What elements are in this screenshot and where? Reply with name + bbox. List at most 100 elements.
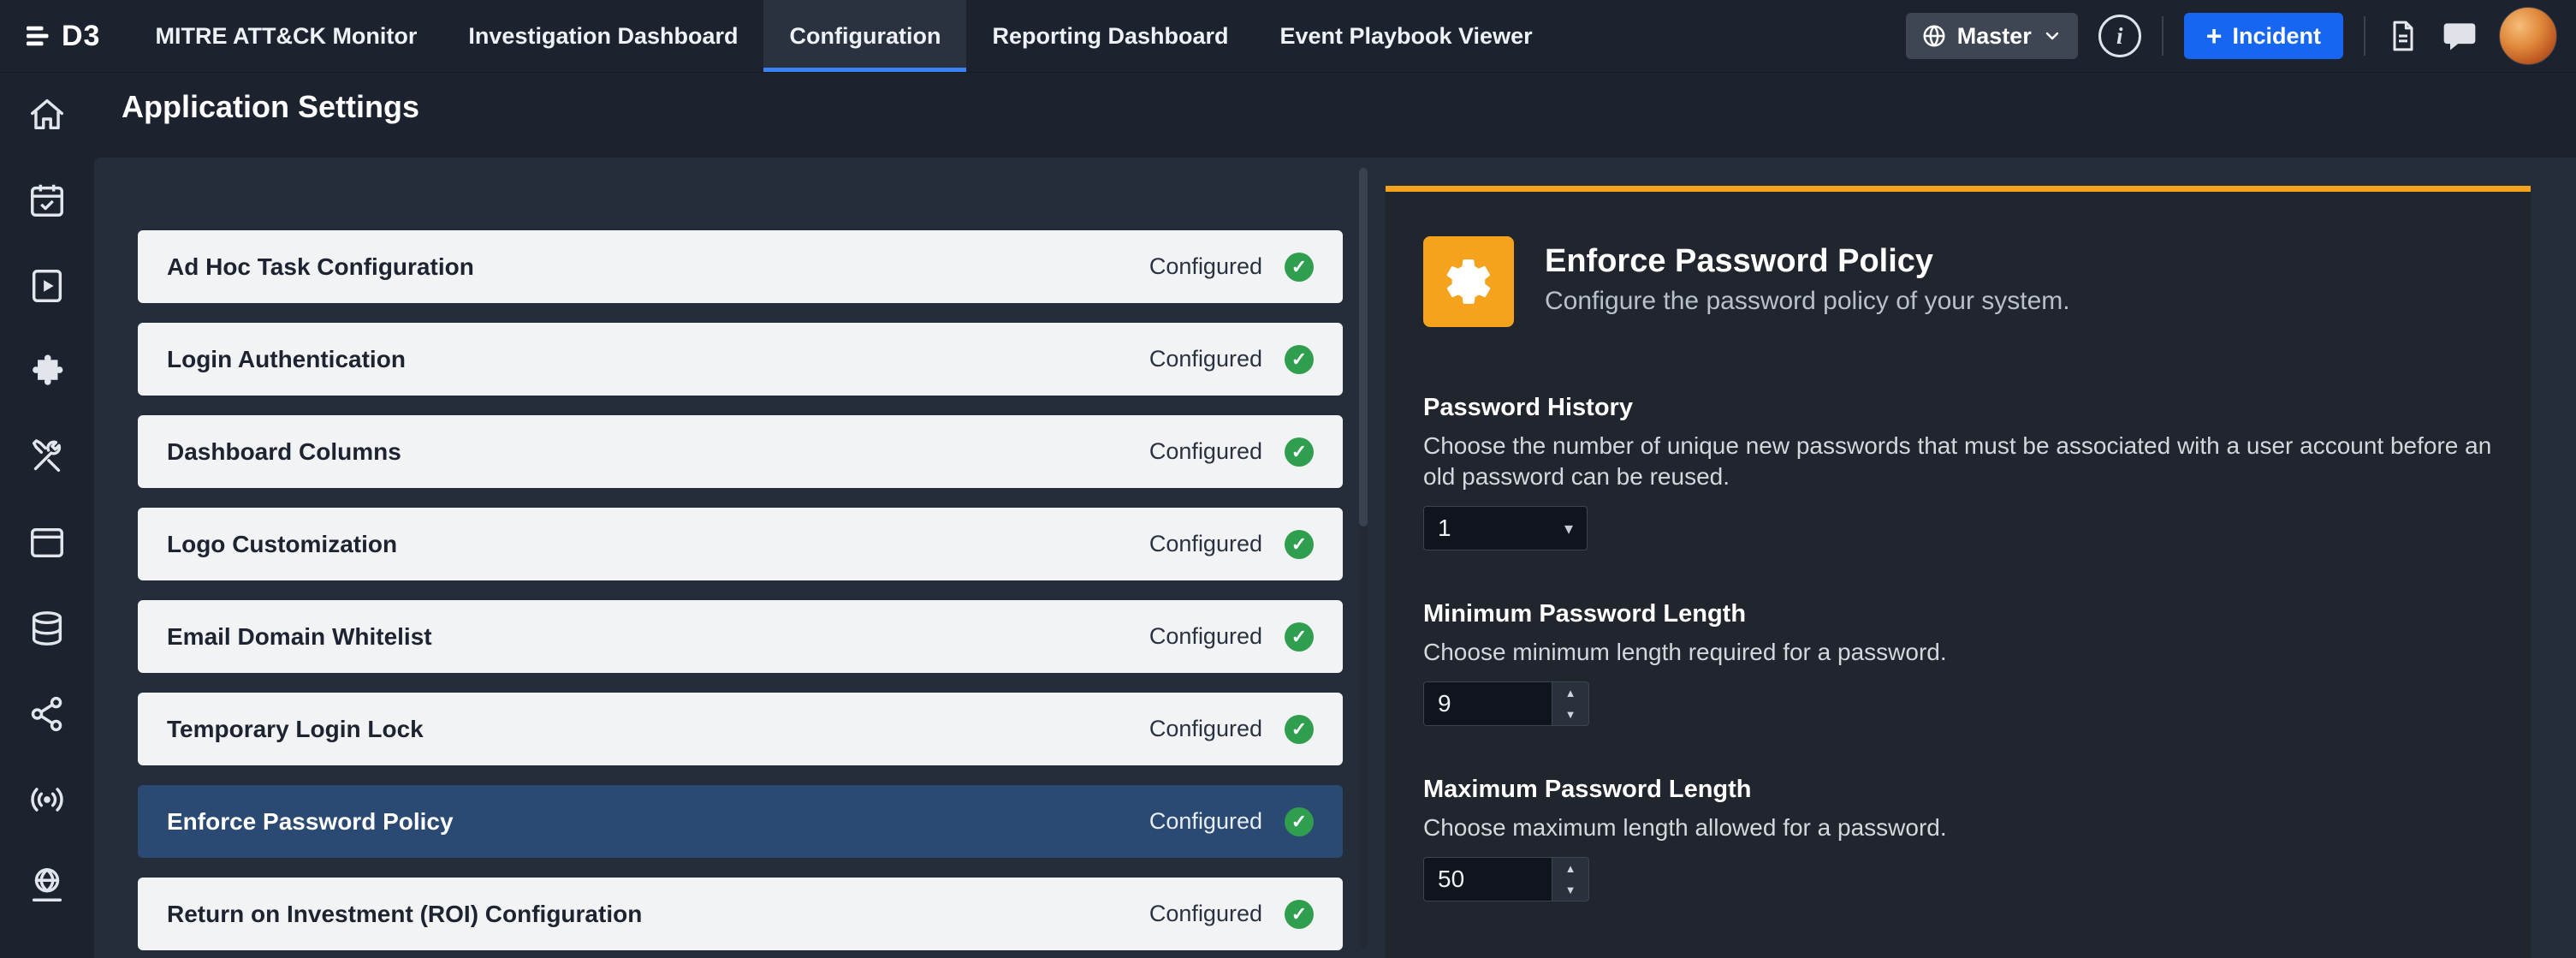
status-text: Configured xyxy=(1149,531,1262,557)
master-dropdown-button[interactable]: Master xyxy=(1906,13,2078,59)
nav-item[interactable]: MITRE ATT&CK Monitor xyxy=(129,0,442,72)
app-logo[interactable]: D3 xyxy=(0,20,129,53)
field-block: Password History Choose the number of un… xyxy=(1423,394,2493,550)
home-icon[interactable] xyxy=(27,95,67,134)
field-label: Minimum Password Length xyxy=(1423,600,2493,628)
check-icon: ✓ xyxy=(1285,622,1314,652)
playbook-icon[interactable] xyxy=(27,266,67,306)
gear-icon xyxy=(1423,236,1514,327)
status-text: Configured xyxy=(1149,901,1262,927)
detail-header: Enforce Password Policy Configure the pa… xyxy=(1423,236,2493,327)
top-navigation: MITRE ATT&CK Monitor Investigation Dashb… xyxy=(129,0,1558,72)
nav-item-label: Configuration xyxy=(789,23,941,50)
dropdown-value: 1 xyxy=(1438,515,1451,542)
scrollbar-thumb[interactable] xyxy=(1359,168,1368,527)
settings-item-label: Dashboard Columns xyxy=(167,438,401,466)
settings-list-item[interactable]: Email Domain Whitelist Configured ✓ xyxy=(138,600,1343,673)
check-icon: ✓ xyxy=(1285,345,1314,374)
detail-header-text: Enforce Password Policy Configure the pa… xyxy=(1545,236,2070,316)
settings-list: Ad Hoc Task Configuration Configured ✓ L… xyxy=(138,230,1343,950)
field-description: Choose the number of unique new password… xyxy=(1423,431,2493,492)
settings-list-item[interactable]: Return on Investment (ROI) Configuration… xyxy=(138,878,1343,950)
field-block: Minimum Password Length Choose minimum l… xyxy=(1423,600,2493,726)
page-title: Application Settings xyxy=(122,89,419,125)
check-icon: ✓ xyxy=(1285,807,1314,836)
status-text: Configured xyxy=(1149,346,1262,372)
globe-underline-icon[interactable] xyxy=(27,866,67,905)
chevron-down-icon xyxy=(2042,26,2063,46)
nav-item-label: Event Playbook Viewer xyxy=(1279,23,1532,50)
settings-list-item[interactable]: Dashboard Columns Configured ✓ xyxy=(138,415,1343,488)
chat-icon[interactable] xyxy=(2441,17,2478,55)
settings-list-item[interactable]: Temporary Login Lock Configured ✓ xyxy=(138,693,1343,765)
nav-item[interactable]: Event Playbook Viewer xyxy=(1254,0,1558,72)
logo-bars-icon xyxy=(24,21,55,51)
detail-fields: Password History Choose the number of un… xyxy=(1423,394,2493,901)
field-label: Password History xyxy=(1423,394,2493,422)
window-icon[interactable] xyxy=(27,523,67,562)
number-spinner: ▲ ▼ xyxy=(1552,857,1589,901)
spin-up-icon[interactable]: ▲ xyxy=(1552,682,1588,704)
document-icon[interactable] xyxy=(2386,19,2420,53)
puzzle-icon[interactable] xyxy=(27,352,67,391)
detail-subtitle: Configure the password policy of your sy… xyxy=(1545,287,2070,316)
settings-item-label: Return on Investment (ROI) Configuration xyxy=(167,901,642,928)
number-input-group: ▲ ▼ xyxy=(1423,681,1589,726)
check-icon: ✓ xyxy=(1285,900,1314,929)
master-label: Master xyxy=(1957,23,2032,50)
field-control: ▲ ▼ xyxy=(1423,681,2493,726)
number-input-group: ▲ ▼ xyxy=(1423,857,1589,901)
list-scrollbar[interactable] xyxy=(1359,168,1368,948)
nav-item[interactable]: Reporting Dashboard xyxy=(966,0,1254,72)
signal-icon[interactable] xyxy=(27,780,67,819)
nav-item-label: Reporting Dashboard xyxy=(992,23,1228,50)
number-input[interactable] xyxy=(1423,857,1552,901)
settings-item-label: Ad Hoc Task Configuration xyxy=(167,253,474,281)
spin-down-icon[interactable]: ▼ xyxy=(1552,879,1588,901)
number-input[interactable] xyxy=(1423,681,1552,726)
divider xyxy=(2162,16,2163,56)
number-spinner: ▲ ▼ xyxy=(1552,681,1589,726)
nav-item[interactable]: Configuration xyxy=(763,0,966,72)
database-icon[interactable] xyxy=(27,609,67,648)
add-incident-button[interactable]: + Incident xyxy=(2184,13,2343,59)
status-text: Configured xyxy=(1149,253,1262,280)
nav-item-label: Investigation Dashboard xyxy=(468,23,738,50)
field-label: Maximum Password Length xyxy=(1423,776,2493,804)
spin-down-icon[interactable]: ▼ xyxy=(1552,704,1588,725)
spin-up-icon[interactable]: ▲ xyxy=(1552,858,1588,879)
settings-list-item[interactable]: Logo Customization Configured ✓ xyxy=(138,508,1343,580)
calendar-check-icon[interactable] xyxy=(27,181,67,220)
tools-icon[interactable] xyxy=(27,437,67,477)
nav-item[interactable]: Investigation Dashboard xyxy=(442,0,763,72)
check-icon: ✓ xyxy=(1285,715,1314,744)
field-block: Maximum Password Length Choose maximum l… xyxy=(1423,776,2493,901)
info-icon[interactable]: i xyxy=(2098,15,2141,57)
check-icon: ✓ xyxy=(1285,437,1314,467)
check-icon: ✓ xyxy=(1285,530,1314,559)
status-text: Configured xyxy=(1149,438,1262,465)
detail-title: Enforce Password Policy xyxy=(1545,243,2070,280)
status-text: Configured xyxy=(1149,716,1262,742)
status-text: Configured xyxy=(1149,808,1262,835)
share-icon[interactable] xyxy=(27,694,67,734)
settings-item-label: Logo Customization xyxy=(167,531,397,558)
field-control: ▲ ▼ xyxy=(1423,857,2493,901)
plus-icon: + xyxy=(2206,22,2223,50)
status-text: Configured xyxy=(1149,623,1262,650)
settings-list-item[interactable]: Enforce Password Policy Configured ✓ xyxy=(138,785,1343,858)
logo-text: D3 xyxy=(62,20,100,53)
incident-label: Incident xyxy=(2232,23,2321,50)
settings-list-item[interactable]: Ad Hoc Task Configuration Configured ✓ xyxy=(138,230,1343,303)
dropdown-select[interactable]: 1 ▾ xyxy=(1423,506,1588,550)
topbar-right-tools: Master i + Incident xyxy=(1906,7,2576,65)
settings-list-item[interactable]: Login Authentication Configured ✓ xyxy=(138,323,1343,396)
settings-item-label: Login Authentication xyxy=(167,346,406,373)
settings-item-label: Email Domain Whitelist xyxy=(167,623,432,651)
caret-down-icon: ▾ xyxy=(1564,518,1573,539)
user-avatar[interactable] xyxy=(2499,7,2557,65)
globe-icon xyxy=(1921,23,1947,49)
settings-item-label: Temporary Login Lock xyxy=(167,716,424,743)
nav-item-label: MITRE ATT&CK Monitor xyxy=(155,23,417,50)
check-icon: ✓ xyxy=(1285,253,1314,282)
